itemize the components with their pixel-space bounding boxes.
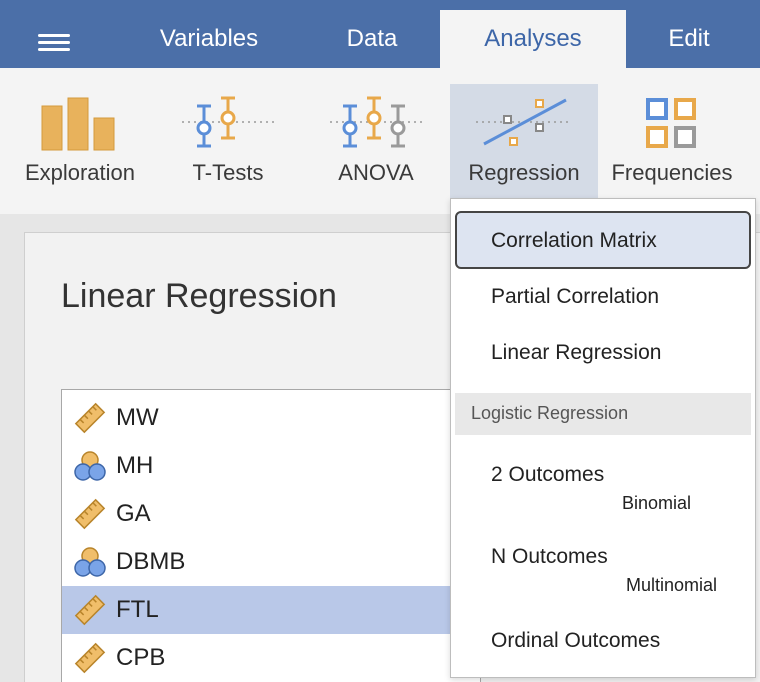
continuous-ruler-icon (74, 642, 106, 674)
menu-item-sublabel: Binomial (621, 493, 691, 513)
menu-item-correlation-matrix[interactable]: Correlation Matrix (455, 211, 751, 269)
variable-name: GA (116, 500, 151, 527)
menu-item-label: Correlation Matrix (491, 229, 657, 252)
variable-name: CPB (116, 644, 166, 671)
t-tests-label: T-Tests (192, 160, 264, 185)
menu-item-label: Linear Regression (491, 341, 662, 364)
continuous-ruler-icon (74, 498, 106, 530)
menu-item-label: Ordinal Outcomes (491, 629, 661, 652)
analysis-ribbon: Exploration T-Tests ANOVA Regression Fre… (0, 68, 760, 214)
t-tests-button[interactable]: T-Tests (158, 84, 298, 202)
variable-row[interactable]: MW (62, 394, 482, 442)
exploration-button[interactable]: Exploration (6, 84, 154, 202)
menu-item-label: Partial Correlation (491, 285, 660, 308)
exploration-label: Exploration (24, 160, 136, 185)
regression-button[interactable]: Regression (450, 84, 598, 202)
nominal-circles-icon (74, 451, 106, 481)
menu-item-ordinal-outcomes[interactable]: Ordinal Outcomes (451, 617, 755, 669)
frequencies-button[interactable]: Frequencies (602, 84, 742, 202)
anova-icon (330, 96, 422, 148)
tab-analyses[interactable]: Analyses (440, 10, 626, 68)
variable-row[interactable]: MH (62, 442, 482, 490)
menu-item-partial-correlation[interactable]: Partial Correlation (451, 273, 755, 325)
tab-variables[interactable]: Variables (134, 10, 284, 68)
variable-row-selected[interactable]: FTL (62, 586, 482, 634)
menu-item-sublabel: Multinomial (625, 575, 717, 595)
variable-list[interactable]: MW MH GA DBMB FTL CPB (61, 389, 482, 682)
tab-data[interactable]: Data (312, 10, 432, 68)
section-header-label: Logistic Regression (471, 403, 629, 423)
tab-edit[interactable]: Edit (630, 10, 748, 68)
variable-name: MH (116, 452, 154, 479)
variable-name: FTL (116, 596, 159, 623)
variable-name: MW (116, 404, 159, 431)
variable-row[interactable]: DBMB (62, 538, 482, 586)
regression-dropdown-menu: Correlation Matrix Partial Correlation L… (450, 198, 756, 678)
nominal-circles-icon (74, 547, 106, 577)
frequencies-label: Frequencies (611, 160, 733, 185)
hamburger-menu-icon[interactable] (38, 30, 70, 52)
variable-row[interactable]: CPB (62, 634, 482, 682)
anova-button[interactable]: ANOVA (306, 84, 446, 202)
regression-icon (476, 98, 572, 146)
menu-item-linear-regression[interactable]: Linear Regression (451, 329, 755, 381)
page-title: Linear Regression (61, 277, 337, 315)
regression-label: Regression (468, 160, 580, 185)
anova-label: ANOVA (338, 160, 414, 185)
menu-item-2-outcomes[interactable]: 2 Outcomes Binomial (451, 449, 755, 523)
variable-name: DBMB (116, 548, 186, 575)
menu-item-label: 2 Outcomes (491, 463, 605, 486)
frequencies-icon (646, 98, 696, 148)
menu-item-label: N Outcomes (491, 545, 608, 568)
variable-row[interactable]: GA (62, 490, 482, 538)
menu-section-header: Logistic Regression (455, 393, 751, 435)
continuous-ruler-icon (74, 594, 106, 626)
continuous-ruler-icon (74, 402, 106, 434)
menu-bar: Variables Data Analyses Edit (0, 0, 760, 68)
bar-chart-icon (41, 97, 115, 151)
t-test-icon (182, 96, 274, 148)
menu-item-n-outcomes[interactable]: N Outcomes Multinomial (451, 531, 755, 605)
